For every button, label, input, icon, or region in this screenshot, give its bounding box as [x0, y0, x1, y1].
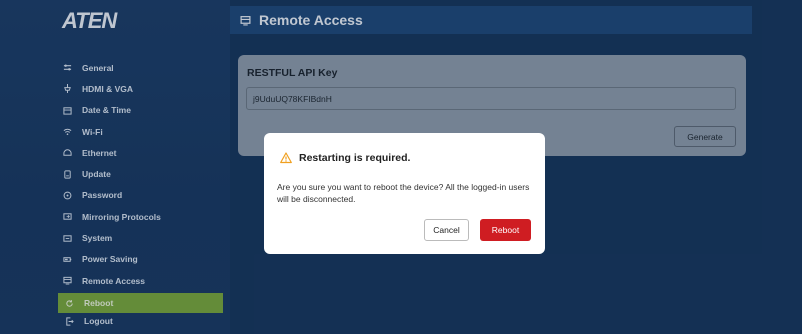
sidebar-item-label: Update — [82, 169, 111, 180]
sidebar-item-reboot[interactable]: Reboot — [58, 293, 223, 313]
sidebar-item-wifi[interactable]: Wi-Fi — [60, 121, 230, 142]
sidebar-item-label: Remote Access — [82, 275, 145, 286]
ethernet-icon — [60, 148, 74, 157]
sidebar-item-logout[interactable]: Logout — [62, 316, 113, 326]
sidebar-item-label: HDMI & VGA — [82, 83, 133, 94]
lock-icon — [60, 191, 74, 200]
sidebar-item-mirroring-protocols[interactable]: Mirroring Protocols — [60, 206, 230, 227]
sidebar-item-label: General — [82, 62, 114, 73]
warning-icon — [280, 152, 292, 164]
page-title: Remote Access — [259, 12, 363, 28]
sidebar-item-ethernet[interactable]: Ethernet — [60, 142, 230, 163]
logout-icon — [62, 316, 76, 326]
mirror-icon — [60, 212, 74, 221]
sidebar-item-label: Mirroring Protocols — [82, 211, 161, 222]
reboot-confirm-dialog: Restarting is required. Are you sure you… — [264, 133, 545, 254]
cancel-button[interactable]: Cancel — [424, 219, 469, 241]
wifi-icon — [60, 127, 74, 136]
sidebar-item-update[interactable]: Update — [60, 163, 230, 184]
refresh-icon — [62, 299, 76, 308]
remote-icon — [60, 276, 74, 285]
sidebar-item-label: Password — [82, 190, 123, 201]
sliders-icon — [60, 63, 74, 72]
sidebar-item-label: Power Saving — [82, 254, 138, 265]
sidebar-item-general[interactable]: General — [60, 57, 230, 78]
sidebar-item-label: Reboot — [84, 298, 114, 308]
dialog-message: Are you sure you want to reboot the devi… — [277, 182, 530, 204]
sidebar-item-hdmi-vga[interactable]: HDMI & VGA — [60, 78, 230, 99]
api-key-field[interactable]: j9UduUQ78KFIBdnH — [246, 87, 736, 110]
calendar-icon — [60, 106, 74, 115]
card-title: RESTFUL API Key — [247, 67, 338, 79]
sidebar-item-date-time[interactable]: Date & Time — [60, 100, 230, 121]
reboot-button[interactable]: Reboot — [480, 219, 531, 241]
sidebar-item-label: Logout — [84, 316, 113, 326]
sidebar-item-remote-access[interactable]: Remote Access — [60, 270, 230, 291]
battery-icon — [60, 255, 74, 264]
aten-logo: ATEN — [62, 8, 117, 33]
sidebar-item-password[interactable]: Password — [60, 185, 230, 206]
remote-icon — [240, 15, 251, 26]
update-icon — [60, 170, 74, 179]
sidebar-item-label: Date & Time — [82, 105, 131, 116]
hdmi-icon — [60, 84, 74, 94]
sidebar-nav: General HDMI & VGA Date & Time Wi-Fi Eth… — [60, 57, 230, 291]
sidebar-item-label: Ethernet — [82, 147, 117, 158]
sidebar-item-power-saving[interactable]: Power Saving — [60, 249, 230, 270]
page-header: Remote Access — [230, 6, 752, 34]
sidebar-item-label: Wi-Fi — [82, 126, 103, 137]
generate-button[interactable]: Generate — [674, 126, 736, 147]
sidebar-item-system[interactable]: System — [60, 227, 230, 248]
dialog-title: Restarting is required. — [299, 152, 411, 164]
sidebar-item-label: System — [82, 233, 113, 244]
sidebar: ATEN General HDMI & VGA Date & Time Wi-F… — [0, 0, 230, 334]
system-icon — [60, 234, 74, 243]
